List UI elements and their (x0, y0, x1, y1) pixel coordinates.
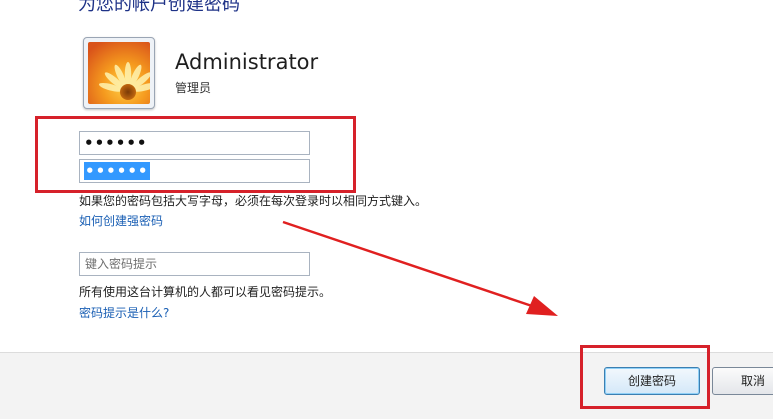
create-password-button[interactable]: 创建密码 (604, 367, 700, 395)
password-hint-placeholder: 键入密码提示 (85, 257, 158, 271)
cancel-button[interactable]: 取消 (712, 367, 773, 395)
new-password-value: •••••• (84, 134, 148, 152)
confirm-password-value: •••••• (84, 162, 150, 180)
password-hint-help-link[interactable]: 密码提示是什么? (79, 304, 169, 321)
user-name: Administrator (175, 50, 319, 74)
new-password-input[interactable]: •••••• (79, 131, 310, 155)
flower-avatar-icon (88, 42, 150, 104)
hint-visibility-note: 所有使用这台计算机的人都可以看见密码提示。 (79, 285, 332, 299)
user-avatar (83, 37, 155, 109)
password-hint-input[interactable]: 键入密码提示 (79, 252, 310, 276)
confirm-password-input[interactable]: •••••• (79, 159, 310, 183)
caps-lock-note: 如果您的密码包括大写字母，必须在每次登录时以相同方式键入。 (79, 194, 428, 208)
strong-password-link[interactable]: 如何创建强密码 (79, 212, 163, 229)
user-role: 管理员 (175, 81, 212, 95)
dialog-heading: 为您的帐户创建密码 (78, 0, 240, 15)
